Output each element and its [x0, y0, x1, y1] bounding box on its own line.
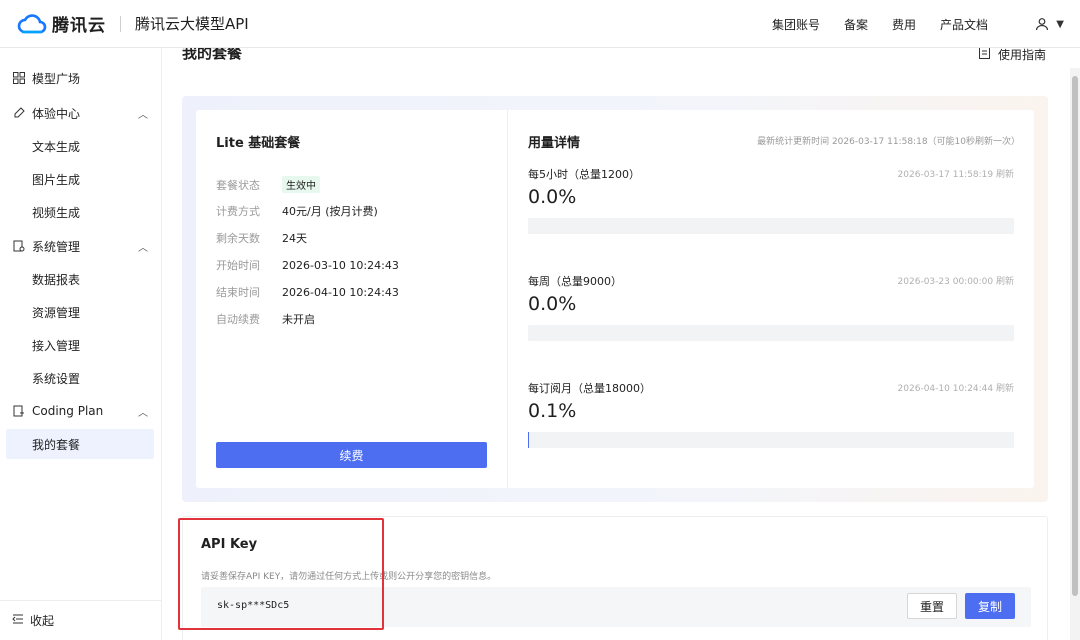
sidebar-group-system[interactable]: 系统管理 ︿ [0, 231, 162, 261]
plan-icon [12, 404, 26, 418]
copy-button[interactable]: 复制 [965, 593, 1015, 619]
sidebar-item-model-square[interactable]: 模型广场 [0, 63, 162, 93]
sidebar-item-text-gen[interactable]: 文本生成 [0, 131, 162, 161]
scrollbar[interactable] [1070, 68, 1080, 640]
sidebar-item-label: 体验中心 [32, 106, 81, 121]
top-nav-filing[interactable]: 备案 [844, 16, 868, 33]
logo[interactable]: 腾讯云 [16, 11, 106, 36]
usage-percent: 0.0% [528, 293, 577, 315]
plan-row-auto-renew: 自动续费 未开启 [216, 311, 315, 327]
usage-percent: 0.1% [528, 400, 577, 422]
plan-row-end: 结束时间 2026-04-10 10:24:43 [216, 284, 399, 300]
plan-value: 40元/月 (按月计费) [282, 205, 378, 218]
top-divider [120, 15, 121, 32]
main-content: 我的套餐 使用指南 Lite 基础套餐 套餐状态 生效中 计费方式 40元/月 … [162, 48, 1080, 640]
sidebar-item-image-gen[interactable]: 图片生成 [0, 164, 162, 194]
usage-refresh-time: 2026-03-23 00:00:00 刷新 [897, 277, 1014, 287]
api-key-description: 请妥善保存API KEY，请勿通过任何方式上传或则公开分享您的密钥信息。 [201, 572, 497, 582]
usage-progress-fill [528, 432, 529, 448]
user-menu[interactable]: ▼ [1032, 14, 1064, 34]
sidebar-item-access[interactable]: 接入管理 [0, 330, 162, 360]
sidebar-item-my-plan[interactable]: 我的套餐 [6, 429, 154, 459]
sidebar-item-resources[interactable]: 资源管理 [0, 297, 162, 327]
product-title: 腾讯云大模型API [135, 15, 249, 33]
plan-key: 开始时间 [216, 259, 260, 272]
collapse-label: 收起 [30, 614, 55, 628]
page-title: 我的套餐 [182, 48, 243, 62]
usage-label: 每订阅月（总量18000） [528, 382, 651, 395]
sidebar-item-label: 模型广场 [32, 71, 81, 86]
reset-button[interactable]: 重置 [907, 593, 957, 619]
top-nav-billing[interactable]: 费用 [892, 16, 916, 33]
sidebar-collapse-button[interactable]: 收起 [0, 600, 162, 640]
plan-info-card: Lite 基础套餐 套餐状态 生效中 计费方式 40元/月 (按月计费) 剩余天… [196, 110, 507, 488]
api-key-value[interactable]: sk-sp***SDc5 [217, 600, 289, 611]
plan-key: 结束时间 [216, 286, 260, 299]
usage-percent: 0.0% [528, 186, 577, 208]
experience-icon [12, 106, 26, 120]
sidebar: 模型广场 体验中心 ︿ 文本生成 图片生成 视频生成 系统管理 ︿ 数据报表 资… [0, 48, 162, 640]
plan-value: 未开启 [282, 313, 315, 326]
plan-row-days-left: 剩余天数 24天 [216, 230, 307, 246]
usage-progress-bar [528, 325, 1014, 341]
usage-stat-time: 最新统计更新时间 2026-03-17 11:58:18（可能10秒刷新一次） [757, 137, 1020, 147]
top-nav-docs[interactable]: 产品文档 [940, 16, 988, 33]
collapse-icon [12, 613, 24, 628]
sidebar-item-label: 系统管理 [32, 239, 81, 254]
plan-value: 24天 [282, 232, 307, 245]
plan-row-start: 开始时间 2026-03-10 10:24:43 [216, 257, 399, 273]
plan-key: 套餐状态 [216, 178, 260, 192]
plan-value: 2026-03-10 10:24:43 [282, 258, 399, 272]
settings-doc-icon [12, 239, 26, 253]
caret-down-icon: ▼ [1056, 18, 1064, 30]
renew-button[interactable]: 续费 [216, 442, 487, 468]
top-nav-group-account[interactable]: 集团账号 [772, 16, 820, 33]
sidebar-item-system-settings[interactable]: 系统设置 [0, 363, 162, 393]
usage-guide-link[interactable]: 使用指南 [978, 48, 1046, 63]
top-nav: 集团账号 备案 费用 产品文档 [748, 0, 988, 48]
cloud-logo-icon [17, 13, 47, 33]
sidebar-group-coding-plan[interactable]: Coding Plan ︿ [0, 396, 162, 426]
plan-value: 2026-04-10 10:24:43 [282, 285, 399, 299]
usage-card: 用量详情 最新统计更新时间 2026-03-17 11:58:18（可能10秒刷… [508, 110, 1034, 488]
status-badge: 生效中 [282, 176, 320, 193]
plan-title: Lite 基础套餐 [216, 136, 301, 151]
chevron-up-icon: ︿ [138, 109, 148, 121]
user-icon [1032, 14, 1052, 34]
plan-key: 计费方式 [216, 205, 260, 218]
guide-label: 使用指南 [997, 48, 1046, 62]
usage-refresh-time: 2026-03-17 11:58:19 刷新 [897, 170, 1014, 180]
chevron-up-icon: ︿ [138, 407, 148, 419]
scrollbar-thumb[interactable] [1072, 76, 1078, 596]
api-key-title: API Key [201, 537, 258, 552]
logo-text: 腾讯云 [52, 16, 106, 36]
chevron-up-icon: ︿ [138, 242, 148, 254]
usage-progress-bar [528, 432, 1014, 448]
grid-icon [12, 71, 26, 85]
plan-row-billing: 计费方式 40元/月 (按月计费) [216, 203, 378, 219]
api-key-card: API Key 请妥善保存API KEY，请勿通过任何方式上传或则公开分享您的密… [182, 516, 1048, 640]
plan-key: 剩余天数 [216, 232, 260, 245]
usage-progress-bar [528, 218, 1014, 234]
top-bar: 腾讯云 腾讯云大模型API 集团账号 备案 费用 产品文档 ▼ [0, 0, 1080, 48]
usage-label: 每5小时（总量1200） [528, 168, 640, 181]
plan-panel: Lite 基础套餐 套餐状态 生效中 计费方式 40元/月 (按月计费) 剩余天… [182, 96, 1048, 502]
usage-refresh-time: 2026-04-10 10:24:44 刷新 [897, 384, 1014, 394]
sidebar-group-experience[interactable]: 体验中心 ︿ [0, 98, 162, 128]
sidebar-item-label: Coding Plan [32, 404, 104, 418]
plan-row-status: 套餐状态 生效中 [216, 176, 320, 193]
usage-title: 用量详情 [528, 136, 581, 151]
document-icon [978, 48, 990, 62]
api-key-field: sk-sp***SDc5 重置 复制 [201, 587, 1031, 627]
usage-label: 每周（总量9000） [528, 275, 622, 288]
sidebar-item-reports[interactable]: 数据报表 [0, 264, 162, 294]
sidebar-item-video-gen[interactable]: 视频生成 [0, 197, 162, 227]
plan-key: 自动续费 [216, 313, 260, 326]
